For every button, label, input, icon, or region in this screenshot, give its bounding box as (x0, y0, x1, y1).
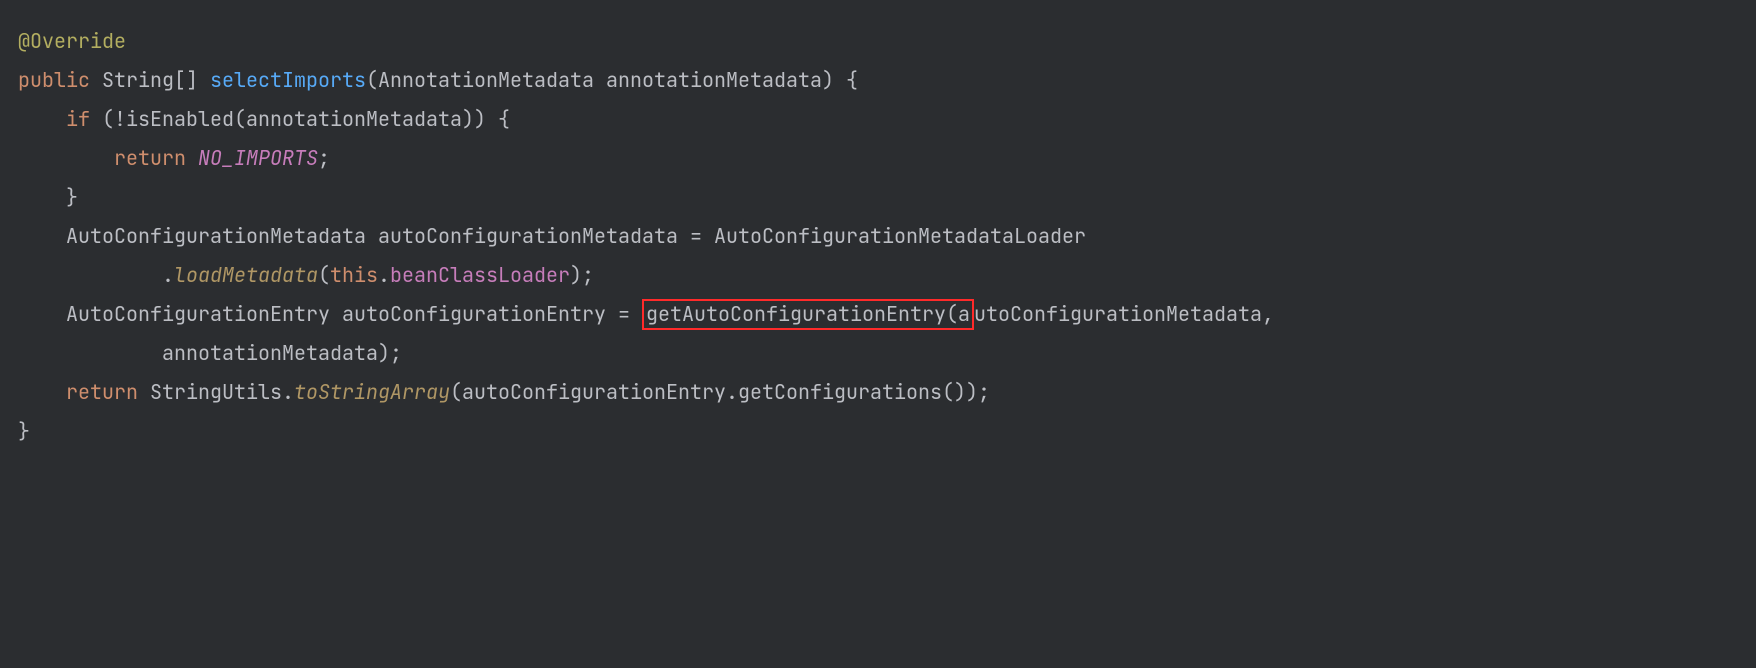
keyword-this: this (330, 262, 378, 288)
annotation: @Override (18, 28, 126, 54)
dot: . (378, 262, 390, 288)
args: (autoConfigurationEntry.getConfiguration… (450, 379, 990, 405)
call-text: getAutoConfigurationEntry(a (646, 301, 970, 327)
paren-close: ); (378, 340, 402, 366)
stmt-var: autoConfigurationMetadata (378, 223, 678, 249)
dot: . (162, 262, 174, 288)
op-eq: = (690, 223, 702, 249)
cond: (!isEnabled(annotationMetadata)) { (102, 106, 510, 132)
paren-open: ( (318, 262, 330, 288)
constant: NO_IMPORTS (198, 145, 318, 171)
keyword-return: return (114, 145, 186, 171)
type: String[] (102, 67, 198, 93)
semi: ; (318, 145, 330, 171)
stmt-var: autoConfigurationEntry (342, 301, 606, 327)
static-method: loadMetadata (174, 262, 318, 288)
comma: , (1262, 301, 1274, 327)
stmt-rhs: AutoConfigurationMetadataLoader (714, 223, 1086, 249)
arg1: utoConfigurationMetadata (974, 301, 1262, 327)
method-name: selectImports (210, 67, 366, 93)
stmt-type: AutoConfigurationEntry (66, 301, 330, 327)
paren-close: ); (570, 262, 594, 288)
highlighted-call: getAutoConfigurationEntry(a (642, 299, 974, 330)
dot: . (282, 379, 294, 405)
brace-close: } (66, 184, 78, 210)
static-method: toStringArray (294, 379, 450, 405)
field: beanClassLoader (390, 262, 570, 288)
arg2: annotationMetadata (162, 340, 378, 366)
brace-close: } (18, 418, 30, 444)
keyword-return: return (66, 379, 138, 405)
param-type: AnnotationMetadata (378, 67, 594, 93)
stmt-type: AutoConfigurationMetadata (66, 223, 366, 249)
keyword-public: public (18, 67, 90, 93)
paren-close: ) { (822, 67, 858, 93)
param-name: annotationMetadata (606, 67, 822, 93)
class-ref: StringUtils (150, 379, 282, 405)
paren-open: ( (366, 67, 378, 93)
keyword-if: if (66, 106, 90, 132)
op-eq: = (618, 301, 630, 327)
